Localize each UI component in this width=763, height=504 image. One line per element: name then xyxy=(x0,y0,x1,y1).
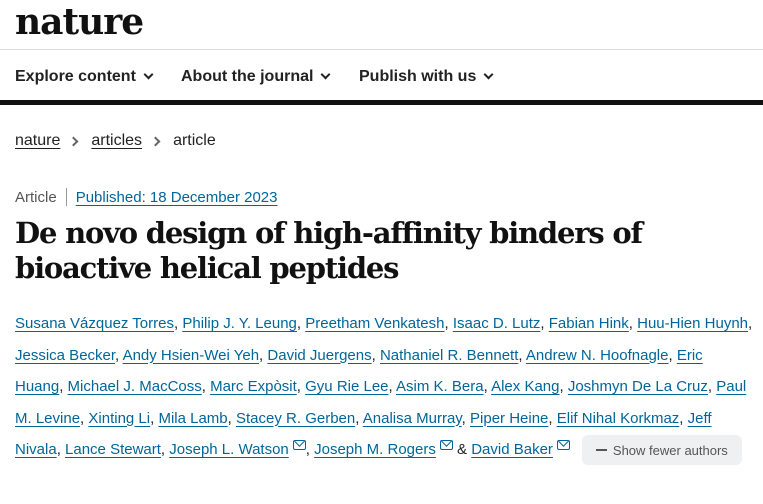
mail-icon[interactable] xyxy=(556,440,570,450)
author-link[interactable]: Lance Stewart xyxy=(65,441,161,458)
author-link[interactable]: Marc Expòsit xyxy=(210,378,297,395)
chevron-down-icon xyxy=(143,69,154,80)
author-link[interactable]: Joseph L. Watson xyxy=(169,441,289,458)
author-separator: , xyxy=(201,378,211,395)
author-separator: , xyxy=(668,346,677,364)
chevron-right-icon xyxy=(68,136,79,146)
mail-icon[interactable] xyxy=(439,440,453,450)
chevron-down-icon xyxy=(320,69,331,80)
author-separator: , xyxy=(371,346,380,364)
nav-publish-with-us[interactable]: Publish with us xyxy=(359,68,494,86)
mail-icon[interactable] xyxy=(292,440,306,450)
author-separator: , xyxy=(305,441,315,458)
author-link[interactable]: Huu-Hien Huynh xyxy=(637,315,748,332)
author-link[interactable]: Stacey R. Gerben xyxy=(236,410,355,427)
article-meta: Article Published: 18 December 2023 xyxy=(15,188,277,206)
author-link[interactable]: Xinting Li xyxy=(88,410,150,427)
meta-divider xyxy=(65,188,67,206)
author-separator: , xyxy=(296,378,306,395)
author-link[interactable]: Elif Nihal Korkmaz xyxy=(557,410,680,427)
show-fewer-label: Show fewer authors xyxy=(612,442,728,458)
author-link[interactable]: Philip J. Y. Leung xyxy=(182,315,297,332)
author-separator: , xyxy=(540,315,549,332)
author-link[interactable]: Joseph M. Rogers xyxy=(314,441,436,458)
minus-icon xyxy=(595,449,607,452)
author-link[interactable]: Susana Vázquez Torres xyxy=(15,315,174,332)
author-separator: , xyxy=(707,378,717,395)
author-separator: , xyxy=(461,409,471,427)
author-link[interactable]: Isaac D. Lutz xyxy=(453,315,541,332)
author-separator: , xyxy=(628,315,638,332)
author-link[interactable]: Nathaniel R. Bennett xyxy=(380,347,518,364)
author-separator: , xyxy=(160,441,170,458)
author-link[interactable]: Preetham Venkatesh xyxy=(305,315,444,332)
author-separator: , xyxy=(444,315,453,332)
author-separator: , xyxy=(748,315,753,332)
author-link[interactable]: Piper Heine xyxy=(470,410,548,427)
author-separator: , xyxy=(355,409,363,427)
author-link[interactable]: Joshmyn De La Cruz xyxy=(568,378,708,395)
author-separator: , xyxy=(59,378,68,395)
breadcrumb-link-articles[interactable]: articles xyxy=(91,132,142,150)
author-link[interactable]: Andrew N. Hoofnagle xyxy=(526,347,669,364)
nav-item-label: Publish with us xyxy=(359,68,477,85)
show-fewer-authors-button[interactable]: Show fewer authors xyxy=(581,435,742,466)
published-date-link[interactable]: Published: 18 December 2023 xyxy=(76,189,278,206)
main-nav: Explore content About the journal Publis… xyxy=(0,51,763,105)
breadcrumb-current: article xyxy=(173,132,216,149)
author-link[interactable]: Fabian Hink xyxy=(549,315,629,332)
author-link[interactable]: David Baker xyxy=(471,441,553,458)
author-link[interactable]: Gyu Rie Lee xyxy=(305,378,388,395)
chevron-down-icon xyxy=(483,69,494,80)
chevron-right-icon xyxy=(150,136,161,146)
author-link[interactable]: Asim K. Bera xyxy=(396,378,484,395)
nature-logo[interactable]: nature xyxy=(15,2,144,42)
author-link[interactable]: Jessica Becker xyxy=(15,347,115,364)
author-separator: , xyxy=(679,409,688,427)
nav-explore-content[interactable]: Explore content xyxy=(15,68,154,86)
author-separator: , xyxy=(56,441,66,458)
nav-about-journal[interactable]: About the journal xyxy=(181,68,331,86)
breadcrumb-link-nature[interactable]: nature xyxy=(15,132,60,150)
nav-item-label: Explore content xyxy=(15,68,136,85)
author-link[interactable]: David Juergens xyxy=(267,347,371,364)
author-separator: , xyxy=(518,346,526,364)
author-link[interactable]: Analisa Murray xyxy=(363,410,462,427)
author-separator: , xyxy=(548,409,557,427)
author-link[interactable]: Alex Kang xyxy=(491,378,559,395)
article-title: De novo design of high-affinity binders … xyxy=(15,216,643,285)
author-link[interactable]: Mila Lamb xyxy=(158,410,227,427)
author-list: Susana Vázquez Torres, Philip J. Y. Leun… xyxy=(15,308,755,466)
author-separator: , xyxy=(559,378,568,395)
author-separator: , xyxy=(296,315,306,332)
author-link[interactable]: Andy Hsien-Wei Yeh xyxy=(123,347,259,364)
author-separator: , xyxy=(227,409,236,427)
author-separator: , xyxy=(115,346,123,364)
author-separator: , xyxy=(483,378,492,395)
breadcrumb: nature articles article xyxy=(15,132,216,150)
nav-item-label: About the journal xyxy=(181,68,314,85)
author-link[interactable]: Michael J. MacCoss xyxy=(68,378,202,395)
header-bar: nature xyxy=(0,0,763,50)
author-separator: , xyxy=(388,378,397,395)
article-type: Article xyxy=(15,188,57,206)
author-connector: & xyxy=(452,441,472,458)
